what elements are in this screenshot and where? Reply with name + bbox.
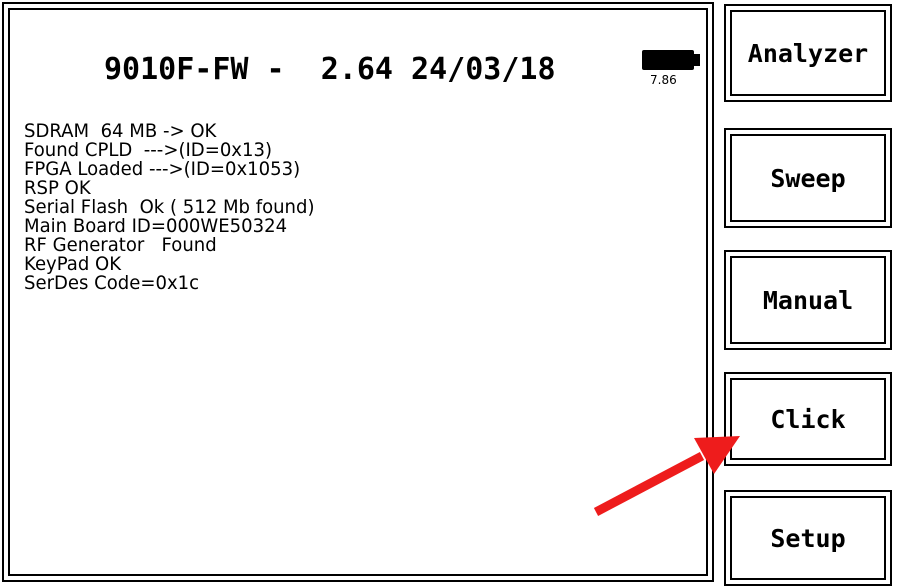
click-button-frame: Click xyxy=(730,378,886,460)
instrument-screen: 9010F-FW - 2.64 24/03/18 7.86 SDRAM 64 M… xyxy=(0,0,897,588)
sweep-button-label: Sweep xyxy=(770,163,846,193)
setup-button-label: Setup xyxy=(770,523,846,553)
analyzer-button-frame: Analyzer xyxy=(730,10,886,96)
click-button-label: Click xyxy=(770,404,846,434)
battery-icon xyxy=(642,50,694,70)
battery-indicator: 7.86 xyxy=(640,48,704,88)
battery-voltage: 7.86 xyxy=(650,73,677,87)
analyzer-button[interactable]: Analyzer xyxy=(724,4,892,102)
sweep-button[interactable]: Sweep xyxy=(724,128,892,228)
main-display: 9010F-FW - 2.64 24/03/18 7.86 SDRAM 64 M… xyxy=(2,2,714,582)
setup-button-frame: Setup xyxy=(730,496,886,580)
firmware-title: 9010F-FW - 2.64 24/03/18 xyxy=(104,52,556,87)
battery-tip xyxy=(694,54,700,66)
setup-button[interactable]: Setup xyxy=(724,490,892,586)
boot-log: SDRAM 64 MB -> OK Found CPLD --->(ID=0x1… xyxy=(24,122,330,293)
log-line: SerDes Code=0x1c xyxy=(24,272,200,294)
manual-button-label: Manual xyxy=(762,285,854,315)
manual-button[interactable]: Manual xyxy=(724,250,892,350)
click-button[interactable]: Click xyxy=(724,372,892,466)
sweep-button-frame: Sweep xyxy=(730,134,886,222)
manual-button-frame: Manual xyxy=(730,256,886,344)
analyzer-button-label: Analyzer xyxy=(747,38,869,68)
